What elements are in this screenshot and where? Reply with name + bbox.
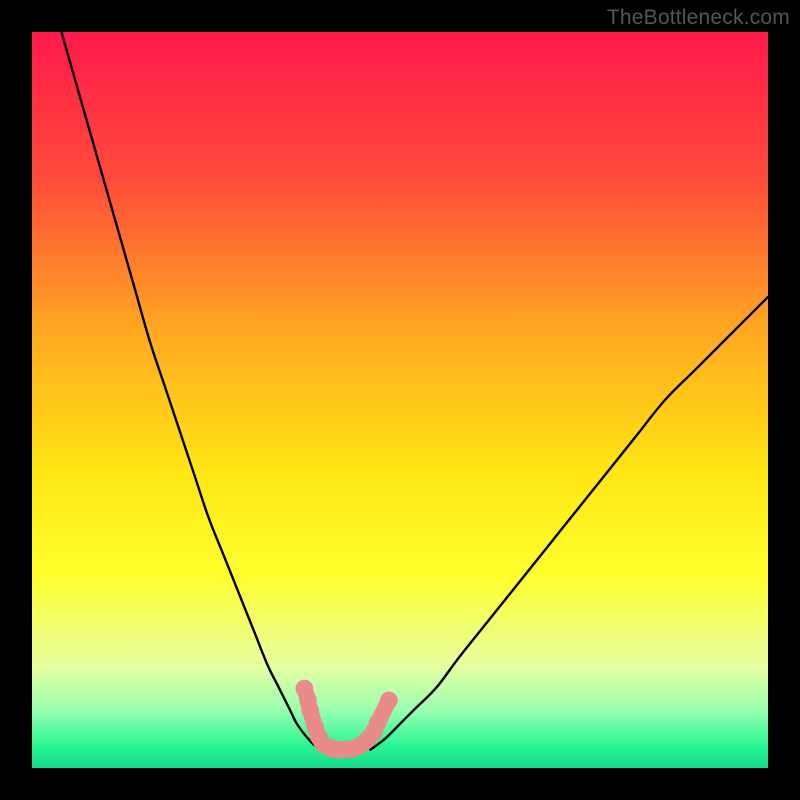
chart-frame: TheBottleneck.com — [0, 0, 800, 800]
valley-dot — [301, 702, 319, 720]
gradient-background — [32, 32, 768, 768]
plot-area — [32, 32, 768, 768]
chart-svg — [32, 32, 768, 768]
valley-dot — [369, 714, 387, 732]
valley-dot — [380, 691, 398, 709]
watermark-text: TheBottleneck.com — [607, 6, 790, 30]
